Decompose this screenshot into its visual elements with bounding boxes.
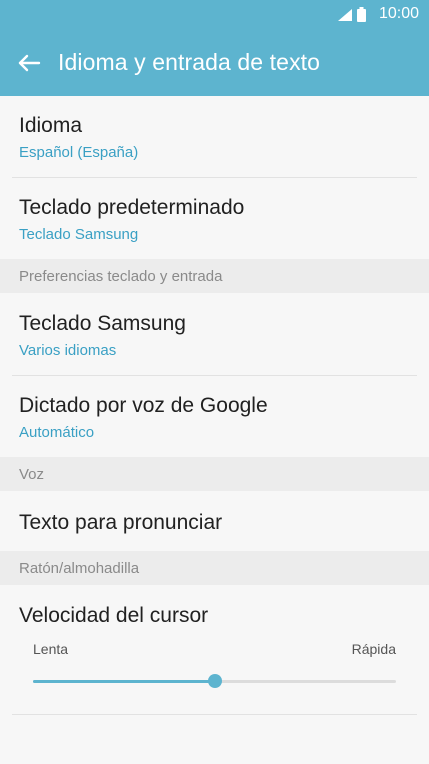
status-time: 10:00 [378, 5, 419, 22]
setting-item-samsung-keyboard[interactable]: Teclado Samsung Varios idiomas [0, 293, 429, 375]
setting-title: Texto para pronunciar [19, 511, 223, 534]
setting-item-google-voice[interactable]: Dictado por voz de Google Automático [0, 376, 429, 457]
slider-thumb[interactable] [207, 674, 222, 688]
setting-subtitle: Español (España) [19, 144, 139, 161]
section-label: Preferencias teclado y entrada [19, 268, 223, 285]
section-header-keyboard-prefs: Preferencias teclado y entrada [0, 259, 429, 293]
section-header-mouse: Ratón/almohadilla [0, 551, 429, 585]
arrow-left-icon [18, 54, 41, 72]
divider [12, 714, 417, 715]
battery-icon [357, 7, 366, 22]
slider-min-label: Lenta [33, 641, 69, 657]
setting-title: Teclado predeterminado [19, 196, 245, 219]
page-title: Idioma y entrada de texto [58, 49, 321, 75]
app-bar: 10:00 Idioma y entrada de texto [0, 0, 429, 96]
slider-max-label: Rápida [351, 641, 396, 657]
section-header-voice: Voz [0, 457, 429, 491]
setting-title: Teclado Samsung [19, 312, 186, 335]
setting-item-text-to-speech[interactable]: Texto para pronunciar [0, 491, 429, 551]
cursor-speed-slider[interactable] [33, 674, 396, 688]
section-label: Ratón/almohadilla [19, 560, 140, 577]
setting-title: Dictado por voz de Google [19, 394, 268, 417]
signal-icon [338, 9, 352, 21]
setting-subtitle: Teclado Samsung [19, 226, 139, 243]
status-bar: 10:00 [0, 0, 429, 30]
setting-title: Velocidad del cursor [19, 604, 209, 627]
back-button[interactable] [14, 48, 44, 78]
setting-item-language[interactable]: Idioma Español (España) [0, 96, 429, 177]
setting-item-default-keyboard[interactable]: Teclado predeterminado Teclado Samsung [0, 178, 429, 259]
setting-subtitle: Automático [19, 424, 95, 441]
section-label: Voz [19, 466, 45, 483]
setting-subtitle: Varios idiomas [19, 342, 117, 359]
setting-title: Idioma [19, 114, 83, 137]
slider-fill [33, 680, 215, 683]
